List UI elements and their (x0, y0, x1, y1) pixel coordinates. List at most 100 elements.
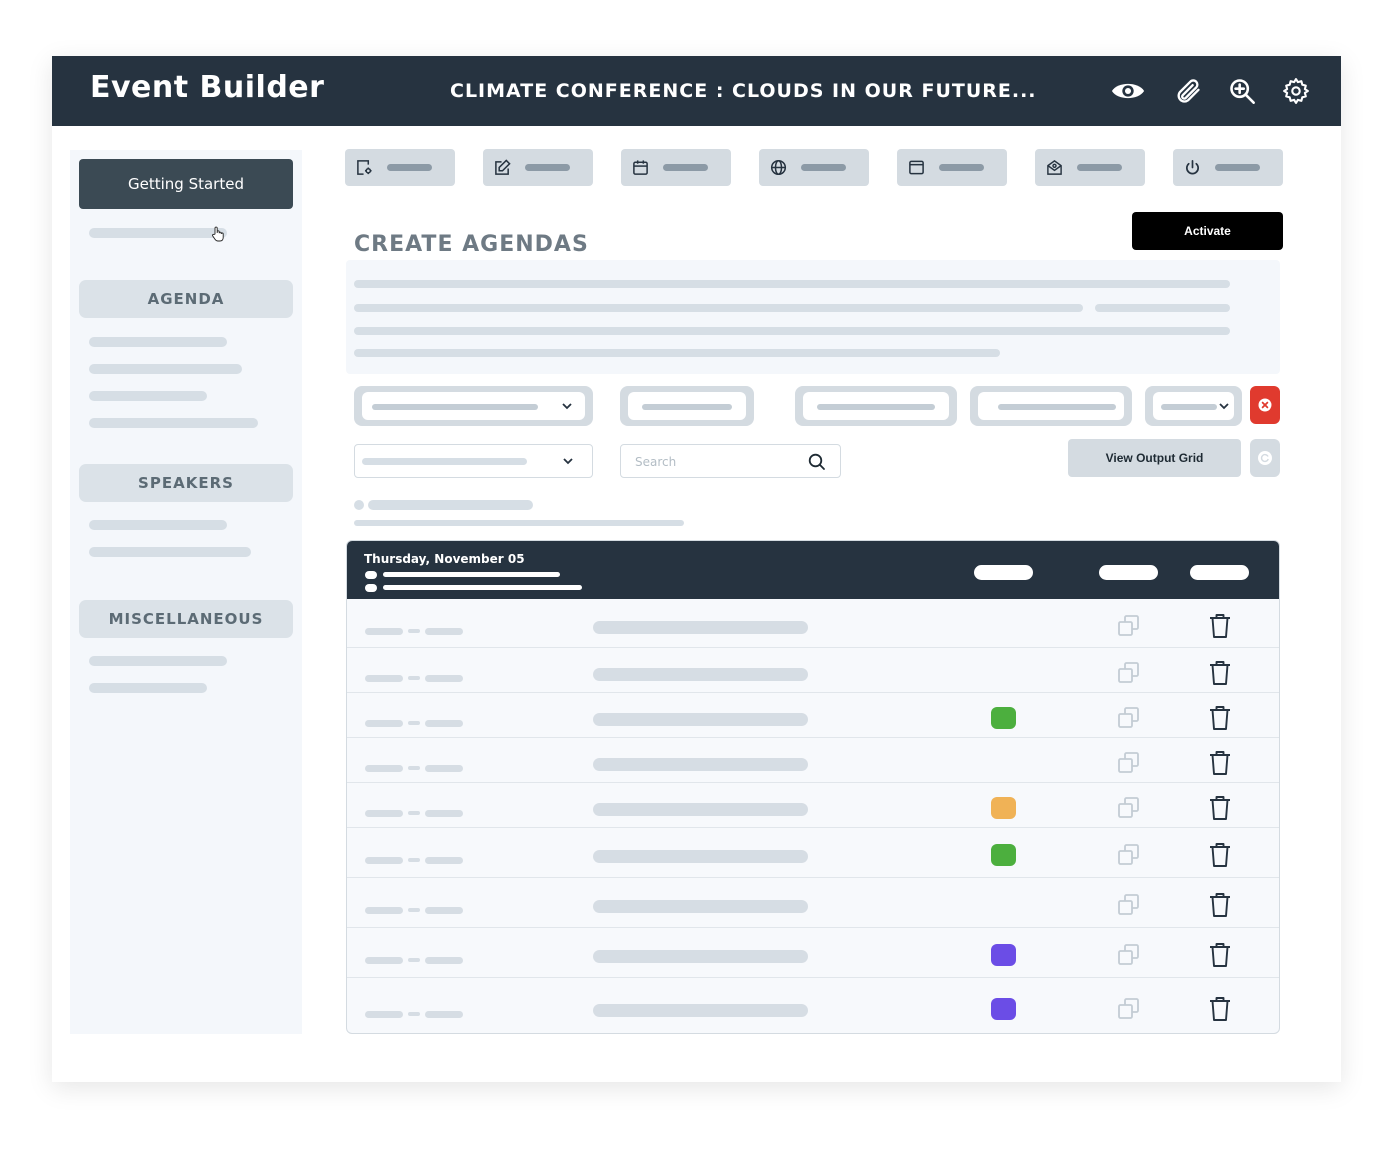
filter-field[interactable] (795, 386, 957, 426)
toolbar-power-button[interactable] (1173, 149, 1283, 186)
activate-button[interactable]: Activate (1132, 212, 1283, 250)
table-row[interactable] (347, 693, 1279, 738)
sidebar-item[interactable] (89, 547, 251, 557)
time-dash (408, 629, 420, 633)
time-dash (408, 908, 420, 912)
copy-icon[interactable] (1115, 941, 1143, 969)
end-time-placeholder (425, 675, 463, 682)
filter-field[interactable] (620, 386, 754, 426)
agenda-table: Thursday, November 05 (346, 540, 1280, 1034)
trash-icon[interactable] (1207, 941, 1233, 969)
start-time-placeholder (365, 957, 403, 964)
secondary-dropdown[interactable] (354, 444, 593, 478)
sidebar-section-speakers[interactable]: SPEAKERS (79, 464, 293, 502)
page-title: CREATE AGENDAS (354, 232, 589, 257)
search-icon (808, 453, 825, 470)
sidebar-item[interactable] (89, 656, 227, 666)
status-badge-green (991, 707, 1016, 729)
refresh-icon (1258, 451, 1272, 465)
column-header (1099, 565, 1158, 580)
table-row[interactable] (347, 978, 1279, 1033)
time-dash (408, 958, 420, 962)
search-input[interactable] (635, 452, 795, 472)
eye-icon[interactable] (1110, 73, 1146, 109)
refresh-button[interactable] (1250, 439, 1280, 477)
end-time-placeholder (425, 857, 463, 864)
globe-icon (770, 159, 787, 176)
table-row[interactable] (347, 783, 1279, 828)
toolbar-edit-button[interactable] (483, 149, 593, 186)
gear-icon[interactable] (1278, 73, 1314, 109)
view-output-grid-button[interactable]: View Output Grid (1068, 439, 1241, 477)
app-title: Event Builder (90, 70, 325, 105)
sidebar-section-miscellaneous[interactable]: MISCELLANEOUS (79, 600, 293, 638)
power-icon (1186, 160, 1199, 175)
copy-icon[interactable] (1115, 891, 1143, 919)
copy-icon[interactable] (1115, 841, 1143, 869)
toolbar-label-placeholder (1215, 164, 1260, 171)
copy-icon[interactable] (1115, 704, 1143, 732)
toolbar-email-button[interactable] (1035, 149, 1145, 186)
table-row[interactable] (347, 738, 1279, 783)
toolbar-calendar-button[interactable] (621, 149, 731, 186)
copy-icon[interactable] (1115, 659, 1143, 687)
start-time-placeholder (365, 765, 403, 772)
status-badge-orange (991, 797, 1016, 819)
toolbar-label-placeholder (525, 164, 570, 171)
trash-icon[interactable] (1207, 794, 1233, 822)
copy-icon[interactable] (1115, 794, 1143, 822)
end-time-placeholder (425, 810, 463, 817)
trash-icon[interactable] (1207, 995, 1233, 1023)
session-title-placeholder (593, 900, 808, 913)
table-row[interactable] (347, 828, 1279, 878)
hand-cursor-icon (211, 226, 225, 247)
sidebar-item[interactable] (89, 520, 227, 530)
table-row[interactable] (347, 648, 1279, 693)
paperclip-icon[interactable] (1170, 73, 1206, 109)
time-dash (408, 811, 420, 815)
window-icon (909, 160, 924, 175)
trash-icon[interactable] (1207, 891, 1233, 919)
toolbar-settings-button[interactable] (345, 149, 455, 186)
sidebar-item[interactable] (89, 391, 207, 401)
edit-icon (495, 159, 511, 175)
trash-icon[interactable] (1207, 749, 1233, 777)
zoom-in-icon[interactable] (1224, 73, 1260, 109)
sidebar-item[interactable] (89, 418, 258, 428)
top-bar: Event Builder CLIMATE CONFERENCE : CLOUD… (52, 56, 1341, 126)
session-title-placeholder (593, 850, 808, 863)
copy-icon[interactable] (1115, 749, 1143, 777)
status-badge-purple (991, 998, 1016, 1020)
clear-filters-button[interactable] (1250, 386, 1280, 424)
filter-small-dropdown[interactable] (1145, 386, 1242, 426)
trash-icon[interactable] (1207, 659, 1233, 687)
getting-started-button[interactable]: Getting Started (79, 159, 293, 209)
end-time-placeholder (425, 1011, 463, 1018)
date-header: Thursday, November 05 (364, 552, 525, 566)
table-row[interactable] (347, 878, 1279, 928)
table-row[interactable] (347, 599, 1279, 648)
session-title-placeholder (593, 950, 808, 963)
start-time-placeholder (365, 628, 403, 635)
toolbar-window-button[interactable] (897, 149, 1007, 186)
placeholder-dot (354, 500, 364, 510)
table-row[interactable] (347, 928, 1279, 978)
trash-icon[interactable] (1207, 612, 1233, 640)
filter-dropdown[interactable] (354, 386, 593, 426)
copy-icon[interactable] (1115, 612, 1143, 640)
app-window: Event Builder CLIMATE CONFERENCE : CLOUD… (52, 56, 1341, 1082)
copy-icon[interactable] (1115, 995, 1143, 1023)
search-field[interactable] (620, 444, 841, 478)
column-header (1190, 565, 1249, 580)
trash-icon[interactable] (1207, 704, 1233, 732)
sidebar-section-agenda[interactable]: AGENDA (79, 280, 293, 318)
filter-field[interactable] (970, 386, 1132, 426)
sidebar-item[interactable] (89, 683, 207, 693)
toolbar-globe-button[interactable] (759, 149, 869, 186)
sidebar-item[interactable] (89, 364, 242, 374)
time-dash (408, 858, 420, 862)
session-title-placeholder (593, 668, 808, 681)
trash-icon[interactable] (1207, 841, 1233, 869)
sidebar-item[interactable] (89, 337, 227, 347)
status-badge-purple (991, 944, 1016, 966)
